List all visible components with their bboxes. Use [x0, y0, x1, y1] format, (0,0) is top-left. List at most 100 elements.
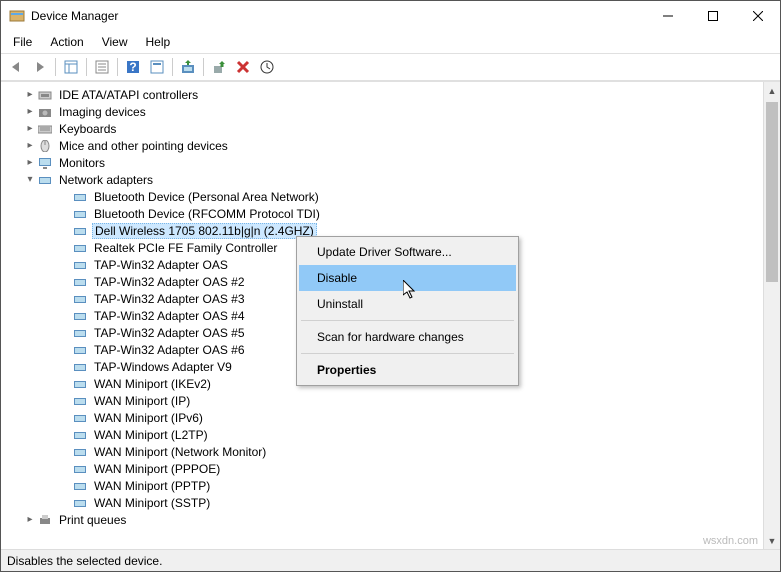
context-menu-item[interactable]: Update Driver Software... [299, 239, 516, 265]
uninstall-button[interactable] [232, 56, 254, 78]
device-icon [72, 479, 88, 493]
device-icon [72, 207, 88, 221]
cursor-icon [403, 280, 419, 300]
watermark: wsxdn.com [703, 535, 758, 547]
update-driver-button[interactable] [177, 56, 199, 78]
device-icon [72, 309, 88, 323]
tree-category[interactable]: ▸ Imaging devices [1, 103, 763, 120]
tree-category[interactable]: ▸ IDE ATA/ATAPI controllers [1, 86, 763, 103]
device-icon [72, 190, 88, 204]
device-icon [72, 326, 88, 340]
toolbar-separator [172, 58, 173, 76]
device-label: TAP-Win32 Adapter OAS #6 [92, 343, 247, 357]
device-icon [72, 241, 88, 255]
scrollbar-thumb[interactable] [766, 102, 778, 282]
expander-icon[interactable]: ▾ [23, 175, 37, 185]
expander-icon[interactable]: ▸ [23, 515, 37, 525]
device-label: WAN Miniport (PPPOE) [92, 462, 222, 476]
device-label: WAN Miniport (IP) [92, 394, 192, 408]
minimize-button[interactable] [645, 1, 690, 31]
context-menu-item[interactable]: Properties [299, 357, 516, 383]
tree-category[interactable]: ▸ Mice and other pointing devices [1, 137, 763, 154]
device-icon [72, 411, 88, 425]
toolbar-separator [55, 58, 56, 76]
device-icon [72, 292, 88, 306]
device-label: WAN Miniport (SSTP) [92, 496, 212, 510]
tree-category[interactable]: ▾Network adapters [1, 171, 763, 188]
svg-text:?: ? [129, 60, 136, 74]
help-button[interactable]: ? [122, 56, 144, 78]
toolbar-separator [86, 58, 87, 76]
menu-action[interactable]: Action [42, 33, 91, 51]
vertical-scrollbar[interactable]: ▲ ▼ [763, 82, 780, 549]
expander-icon[interactable]: ▸ [23, 141, 37, 151]
show-hide-tree-button[interactable] [60, 56, 82, 78]
category-icon [37, 156, 53, 170]
device-icon [72, 343, 88, 357]
properties-button[interactable] [91, 56, 113, 78]
tree-device[interactable]: WAN Miniport (Network Monitor) [1, 443, 763, 460]
toolbar: ? [1, 53, 780, 81]
scan-hardware-button[interactable] [256, 56, 278, 78]
category-icon [37, 88, 53, 102]
device-icon [72, 462, 88, 476]
category-label: IDE ATA/ATAPI controllers [57, 88, 200, 102]
context-menu-separator [301, 320, 514, 321]
category-label: Imaging devices [57, 105, 148, 119]
status-text: Disables the selected device. [7, 554, 162, 568]
category-icon [37, 105, 53, 119]
expander-icon[interactable]: ▸ [23, 107, 37, 117]
expander-icon[interactable]: ▸ [23, 158, 37, 168]
tree-device[interactable]: Bluetooth Device (Personal Area Network) [1, 188, 763, 205]
close-button[interactable] [735, 1, 780, 31]
status-bar: Disables the selected device. [1, 549, 780, 571]
tree-device[interactable]: WAN Miniport (SSTP) [1, 494, 763, 511]
menu-bar: File Action View Help [1, 31, 780, 53]
tree-device[interactable]: WAN Miniport (PPPOE) [1, 460, 763, 477]
device-label: TAP-Win32 Adapter OAS #2 [92, 275, 247, 289]
app-icon [9, 8, 25, 24]
window-title: Device Manager [31, 9, 645, 23]
device-icon [72, 445, 88, 459]
tree-category[interactable]: ▸ Print queues [1, 511, 763, 528]
category-label: Print queues [57, 513, 128, 527]
menu-file[interactable]: File [5, 33, 40, 51]
category-icon [37, 173, 53, 187]
expander-icon[interactable]: ▸ [23, 90, 37, 100]
device-label: WAN Miniport (PPTP) [92, 479, 212, 493]
scroll-down-icon[interactable]: ▼ [764, 532, 780, 549]
scroll-up-icon[interactable]: ▲ [764, 82, 780, 99]
tree-category[interactable]: ▸ Keyboards [1, 120, 763, 137]
context-menu-item[interactable]: Scan for hardware changes [299, 324, 516, 350]
category-icon [37, 122, 53, 136]
menu-view[interactable]: View [94, 33, 136, 51]
category-icon [37, 513, 53, 527]
device-icon [72, 394, 88, 408]
device-label: TAP-Windows Adapter V9 [92, 360, 234, 374]
back-button[interactable] [5, 56, 27, 78]
forward-button[interactable] [29, 56, 51, 78]
menu-help[interactable]: Help [138, 33, 179, 51]
tree-device[interactable]: WAN Miniport (PPTP) [1, 477, 763, 494]
action-button[interactable] [146, 56, 168, 78]
maximize-button[interactable] [690, 1, 735, 31]
tree-device[interactable]: Bluetooth Device (RFCOMM Protocol TDI) [1, 205, 763, 222]
device-label: WAN Miniport (L2TP) [92, 428, 210, 442]
category-label: Keyboards [57, 122, 118, 136]
device-label: TAP-Win32 Adapter OAS #3 [92, 292, 247, 306]
tree-category[interactable]: ▸Monitors [1, 154, 763, 171]
title-bar: Device Manager [1, 1, 780, 31]
device-label: TAP-Win32 Adapter OAS #4 [92, 309, 247, 323]
expander-icon[interactable]: ▸ [23, 124, 37, 134]
tree-device[interactable]: WAN Miniport (IP) [1, 392, 763, 409]
device-icon [72, 496, 88, 510]
enable-button[interactable] [208, 56, 230, 78]
device-label: Bluetooth Device (RFCOMM Protocol TDI) [92, 207, 322, 221]
tree-device[interactable]: WAN Miniport (L2TP) [1, 426, 763, 443]
tree-device[interactable]: WAN Miniport (IPv6) [1, 409, 763, 426]
category-label: Mice and other pointing devices [57, 139, 230, 153]
device-label: TAP-Win32 Adapter OAS [92, 258, 230, 272]
device-label: WAN Miniport (IKEv2) [92, 377, 213, 391]
device-icon [72, 360, 88, 374]
device-label: WAN Miniport (IPv6) [92, 411, 205, 425]
